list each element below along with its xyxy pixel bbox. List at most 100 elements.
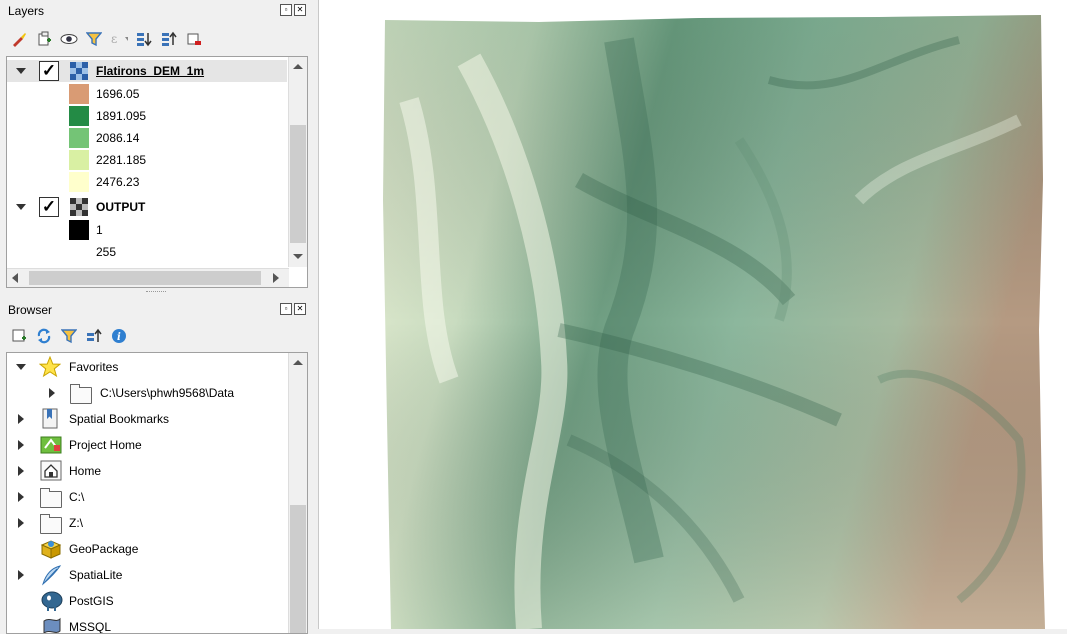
legend-label: 255 <box>96 245 117 259</box>
expand-all-icon[interactable] <box>135 30 153 48</box>
browser-item-label: Favorites <box>69 360 119 374</box>
browser-vertical-scrollbar[interactable] <box>288 353 307 633</box>
expand-arrow-icon[interactable] <box>18 466 24 476</box>
scroll-thumb[interactable] <box>290 505 306 633</box>
float-panel-button[interactable]: ▫ <box>280 303 292 315</box>
browser-item-spatialite[interactable]: SpatiaLite <box>7 564 287 586</box>
browser-item-geopackage[interactable]: GeoPackage <box>7 538 287 560</box>
legend-label: 2086.14 <box>96 131 140 145</box>
collapse-arrow-icon[interactable] <box>16 364 26 370</box>
browser-item-mssql[interactable]: MSSQL <box>7 616 287 634</box>
legend-label: 1891.095 <box>96 109 147 123</box>
postgis-icon <box>40 590 64 615</box>
browser-item-data-folder[interactable]: C:\Users\phwh9568\Data <box>7 382 287 404</box>
properties-info-icon[interactable]: i <box>110 327 128 345</box>
browser-item-c-drive[interactable]: C:\ <box>7 486 287 508</box>
refresh-icon[interactable] <box>35 327 53 345</box>
dem-hillshade-raster <box>383 15 1045 629</box>
expand-arrow-icon[interactable] <box>18 492 24 502</box>
filter-legend-icon[interactable] <box>85 30 103 48</box>
float-panel-button[interactable]: ▫ <box>280 4 292 16</box>
expand-arrow-icon[interactable] <box>18 518 24 528</box>
browser-item-label: Home <box>69 464 102 478</box>
browser-item-label: SpatiaLite <box>69 568 123 582</box>
expand-arrow-icon[interactable] <box>18 414 24 424</box>
legend-swatch <box>69 84 89 104</box>
close-panel-button[interactable]: ✕ <box>294 4 306 16</box>
layer-visibility-checkbox[interactable]: ✓ <box>39 197 59 217</box>
scroll-thumb[interactable] <box>29 271 261 285</box>
browser-tree: Favorites C:\Users\phwh9568\Data Spatial… <box>6 352 308 634</box>
scroll-up-arrow[interactable] <box>293 64 303 69</box>
scroll-left-arrow[interactable] <box>12 273 18 283</box>
expand-arrow-icon[interactable] <box>18 440 24 450</box>
scroll-down-arrow[interactable] <box>293 254 303 259</box>
spatialite-icon <box>40 564 62 589</box>
svg-text:ε: ε <box>111 32 117 46</box>
browser-item-label: Z:\ <box>69 516 83 530</box>
panel-splitter[interactable] <box>146 291 166 295</box>
legend-swatch <box>69 172 89 192</box>
scroll-right-arrow[interactable] <box>273 273 279 283</box>
expand-arrow-icon[interactable] <box>18 570 24 580</box>
legend-label: 1696.05 <box>96 87 140 101</box>
browser-item-spatial-bookmarks[interactable]: Spatial Bookmarks <box>7 408 287 430</box>
collapse-arrow-icon[interactable] <box>16 204 26 210</box>
browser-item-project-home[interactable]: Project Home <box>7 434 287 456</box>
layers-panel-title: Layers <box>8 4 45 18</box>
browser-toolbar: i <box>10 327 128 345</box>
folder-icon <box>70 384 92 404</box>
open-layer-styling-icon[interactable] <box>10 30 28 48</box>
collapse-arrow-icon[interactable] <box>16 68 26 74</box>
manage-visibility-icon[interactable] <box>60 30 78 48</box>
browser-item-favorites[interactable]: Favorites <box>7 355 287 378</box>
filter-browser-icon[interactable] <box>60 327 78 345</box>
collapse-all-icon[interactable] <box>160 30 178 48</box>
legend-label: 2281.185 <box>96 153 147 167</box>
folder-icon <box>40 514 62 534</box>
browser-item-label: GeoPackage <box>69 542 139 556</box>
add-selected-layers-icon[interactable] <box>10 327 28 345</box>
layer-row-output[interactable]: ✓ OUTPUT <box>7 196 287 218</box>
home-icon <box>40 460 62 485</box>
scroll-thumb[interactable] <box>290 125 306 243</box>
collapse-all-icon[interactable] <box>85 327 103 345</box>
bookmark-icon <box>40 408 60 433</box>
browser-panel-title: Browser <box>8 303 53 317</box>
legend-swatch <box>69 220 89 240</box>
legend-item: 1891.095 <box>7 105 287 127</box>
map-canvas[interactable] <box>318 0 1067 629</box>
layers-vertical-scrollbar[interactable] <box>288 57 307 267</box>
raster-layer-icon <box>70 198 88 219</box>
browser-dock-buttons: ▫ ✕ <box>280 303 306 315</box>
browser-item-postgis[interactable]: PostGIS <box>7 590 287 612</box>
browser-item-label: MSSQL <box>69 620 112 634</box>
layers-tree: ✓ Flatirons_DEM_1m 1696.05 1891.095 2086… <box>6 56 308 288</box>
legend-label: 2476.23 <box>96 175 140 189</box>
add-group-icon[interactable] <box>35 30 53 48</box>
expand-arrow-icon[interactable] <box>49 388 55 398</box>
layers-panel: Layers ▫ ✕ ε ✓ Flatirons_DEM_1m 1696.05 … <box>0 0 312 290</box>
filter-expression-icon[interactable]: ε <box>110 30 128 48</box>
legend-swatch <box>69 106 89 126</box>
scroll-up-arrow[interactable] <box>293 360 303 365</box>
layer-row-flatirons[interactable]: ✓ Flatirons_DEM_1m <box>7 60 287 82</box>
close-panel-button[interactable]: ✕ <box>294 303 306 315</box>
browser-item-home[interactable]: Home <box>7 460 287 482</box>
remove-layer-icon[interactable] <box>185 30 203 48</box>
project-home-icon <box>40 435 62 458</box>
legend-swatch <box>69 150 89 170</box>
browser-item-z-drive[interactable]: Z:\ <box>7 512 287 534</box>
browser-item-label: C:\Users\phwh9568\Data <box>100 386 235 400</box>
legend-item: 2281.185 <box>7 149 287 171</box>
browser-item-label: Project Home <box>69 438 142 452</box>
browser-item-label: Spatial Bookmarks <box>69 412 170 426</box>
mssql-icon <box>40 617 62 633</box>
svg-text:i: i <box>117 332 121 343</box>
browser-panel: Browser ▫ ✕ i Favorites C:\Users\phwh956… <box>0 298 312 634</box>
layers-horizontal-scrollbar[interactable] <box>7 268 289 287</box>
layer-name: OUTPUT <box>96 200 146 214</box>
browser-item-label: C:\ <box>69 490 85 504</box>
layer-visibility-checkbox[interactable]: ✓ <box>39 61 59 81</box>
legend-item: 2476.23 <box>7 171 287 193</box>
